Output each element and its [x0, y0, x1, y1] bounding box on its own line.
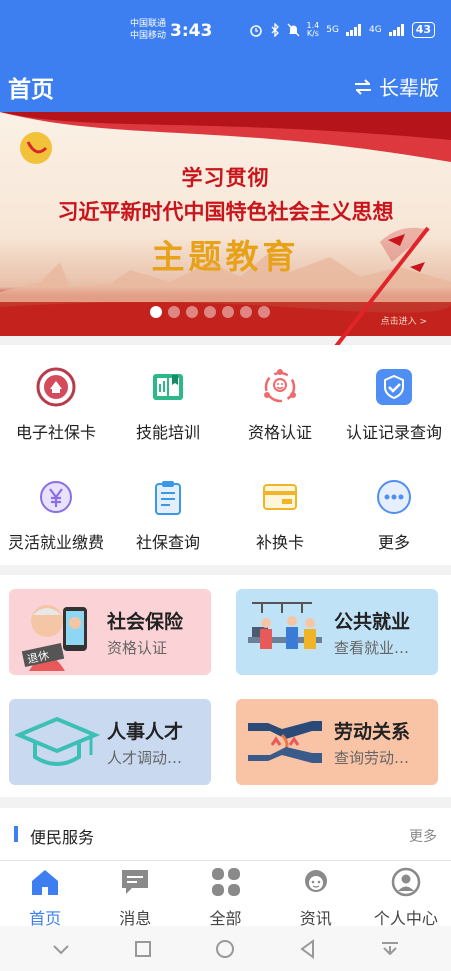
grid-item-skill-training[interactable]: 技能培训 [112, 367, 224, 443]
card-personnel-talent[interactable]: 人事人才 人才调动… [9, 699, 211, 785]
signal-bars-icon-2 [388, 24, 404, 36]
grid-item-e-social-card[interactable]: 电子社保卡 [0, 367, 112, 443]
banner-enter-link[interactable]: 点击进入 > [381, 314, 427, 327]
section-title: 便民服务 [30, 828, 95, 847]
recent-apps-icon[interactable] [132, 938, 154, 960]
carousel-dot[interactable] [240, 306, 252, 318]
back-icon[interactable] [297, 938, 319, 960]
news-icon [304, 870, 327, 892]
elder-mode-label: 长辈版 [379, 76, 439, 100]
grid-item-label: 灵活就业缴费 [7, 533, 104, 552]
battery-indicator: 43 [411, 22, 435, 38]
tab-messages[interactable]: 消息 [90, 861, 180, 928]
signal-5g-label: 5G [326, 25, 339, 35]
grid-item-label: 更多 [377, 533, 410, 552]
carousel-dot[interactable] [222, 306, 234, 318]
shield-check-icon [374, 367, 414, 407]
grid-item-qualification-auth[interactable]: 资格认证 [224, 367, 336, 443]
book-icon [148, 367, 188, 407]
elder-mode-button[interactable]: 长辈版 [353, 72, 439, 101]
tab-news[interactable]: 资讯 [271, 861, 361, 928]
yuan-coin-icon [36, 477, 76, 517]
social-security-card-icon [36, 367, 76, 407]
card-subtitle: 查看就业… [334, 639, 410, 657]
user-icon [391, 867, 421, 897]
banner-carousel[interactable]: 学习贯彻 习近平新时代中国特色社会主义思想 主题教育 点击进入 > [0, 112, 451, 336]
carrier-bottom: 中国移动 [130, 31, 167, 41]
more-icon [374, 477, 414, 517]
notification-pull-icon[interactable] [379, 938, 401, 960]
card-title: 公共就业 [334, 611, 411, 633]
bluetooth-icon [271, 23, 279, 37]
mute-icon [287, 23, 300, 37]
grid-item-label: 资格认证 [247, 423, 312, 442]
handshake-icon [248, 721, 322, 763]
message-icon [122, 870, 149, 894]
section-more-link[interactable]: 更多 [409, 826, 437, 846]
status-bar: 中国联通 中国移动 3:43 1.4 K/s 5G 4G 43 [0, 0, 451, 62]
page-title: 首页 [8, 77, 54, 103]
card-icon [260, 477, 300, 517]
signal-4g-label: 4G [368, 25, 382, 35]
grid-item-label: 社保查询 [135, 533, 200, 552]
clipboard-icon [148, 477, 188, 517]
bottom-tab-bar: 首页 消息 全部 资讯 个人中心 [0, 860, 451, 928]
status-icons: 1.4 K/s 5G 4G 43 [249, 22, 435, 38]
face-recognition-icon [260, 367, 300, 407]
signal-bars-icon [345, 24, 361, 36]
category-cards: 退休 社会保险 资格认证 公共就业 查看就业… 人事人才 人才调动… 劳动关系 … [0, 575, 451, 797]
card-public-employment[interactable]: 公共就业 查看就业… [236, 589, 438, 675]
grid-item-flexible-employment-payment[interactable]: 灵活就业缴费 [0, 477, 112, 553]
tab-all[interactable]: 全部 [180, 861, 270, 928]
carousel-dot[interactable] [258, 306, 270, 318]
tab-home[interactable]: 首页 [0, 861, 90, 928]
section-accent-bar [14, 826, 18, 842]
card-social-insurance[interactable]: 退休 社会保险 资格认证 [9, 589, 211, 675]
card-title: 社会保险 [107, 611, 184, 633]
tab-profile[interactable]: 个人中心 [361, 861, 451, 928]
chevron-down-icon[interactable] [50, 938, 72, 960]
carousel-dot[interactable] [150, 306, 162, 318]
app-header: 首页 长辈版 [0, 62, 451, 112]
card-subtitle: 资格认证 [107, 639, 168, 657]
grid-item-social-security-query[interactable]: 社保查询 [112, 477, 224, 553]
grid-item-label: 补换卡 [255, 533, 304, 552]
carousel-dots [150, 306, 270, 318]
carrier-info: 中国联通 中国移动 [130, 18, 166, 42]
card-title: 劳动关系 [334, 721, 411, 743]
carousel-dot[interactable] [168, 306, 180, 318]
card-labor-relations[interactable]: 劳动关系 查询劳动… [236, 699, 438, 785]
grid-item-label: 认证记录查询 [345, 423, 442, 442]
function-grid: 电子社保卡 技能培训 资格认证 认证记录查询 灵活就业缴费 社保查询 补换卡 更… [0, 345, 451, 565]
grid-item-more[interactable]: 更多 [338, 477, 450, 553]
card-subtitle: 查询劳动… [334, 749, 410, 767]
grid-item-auth-record-query[interactable]: 认证记录查询 [338, 367, 450, 443]
grid-item-label: 技能培训 [135, 423, 200, 442]
home-button-icon[interactable] [214, 938, 236, 960]
banner-line3: 主题教育 [151, 237, 300, 276]
card-title: 人事人才 [107, 721, 184, 743]
graduation-cap-icon [15, 716, 101, 766]
clock: 3:43 [170, 21, 213, 41]
grid-icon [211, 868, 240, 896]
convenience-services-section: 便民服务 更多 [0, 808, 451, 860]
alarm-icon [249, 25, 262, 37]
carrier-top: 中国联通 [130, 19, 167, 29]
home-icon [32, 870, 59, 895]
card-subtitle: 人才调动… [107, 749, 183, 767]
network-speed: 1.4 K/s [306, 21, 320, 38]
banner-line1: 学习贯彻 [181, 166, 270, 190]
grid-item-card-replacement[interactable]: 补换卡 [224, 477, 336, 553]
switch-icon [355, 78, 371, 95]
carousel-dot[interactable] [186, 306, 198, 318]
grid-item-label: 电子社保卡 [15, 423, 96, 442]
carousel-dot[interactable] [204, 306, 216, 318]
system-nav-bar [0, 926, 451, 971]
banner-line2: 习近平新时代中国特色社会主义思想 [57, 200, 394, 224]
office-workers-icon [248, 602, 322, 649]
